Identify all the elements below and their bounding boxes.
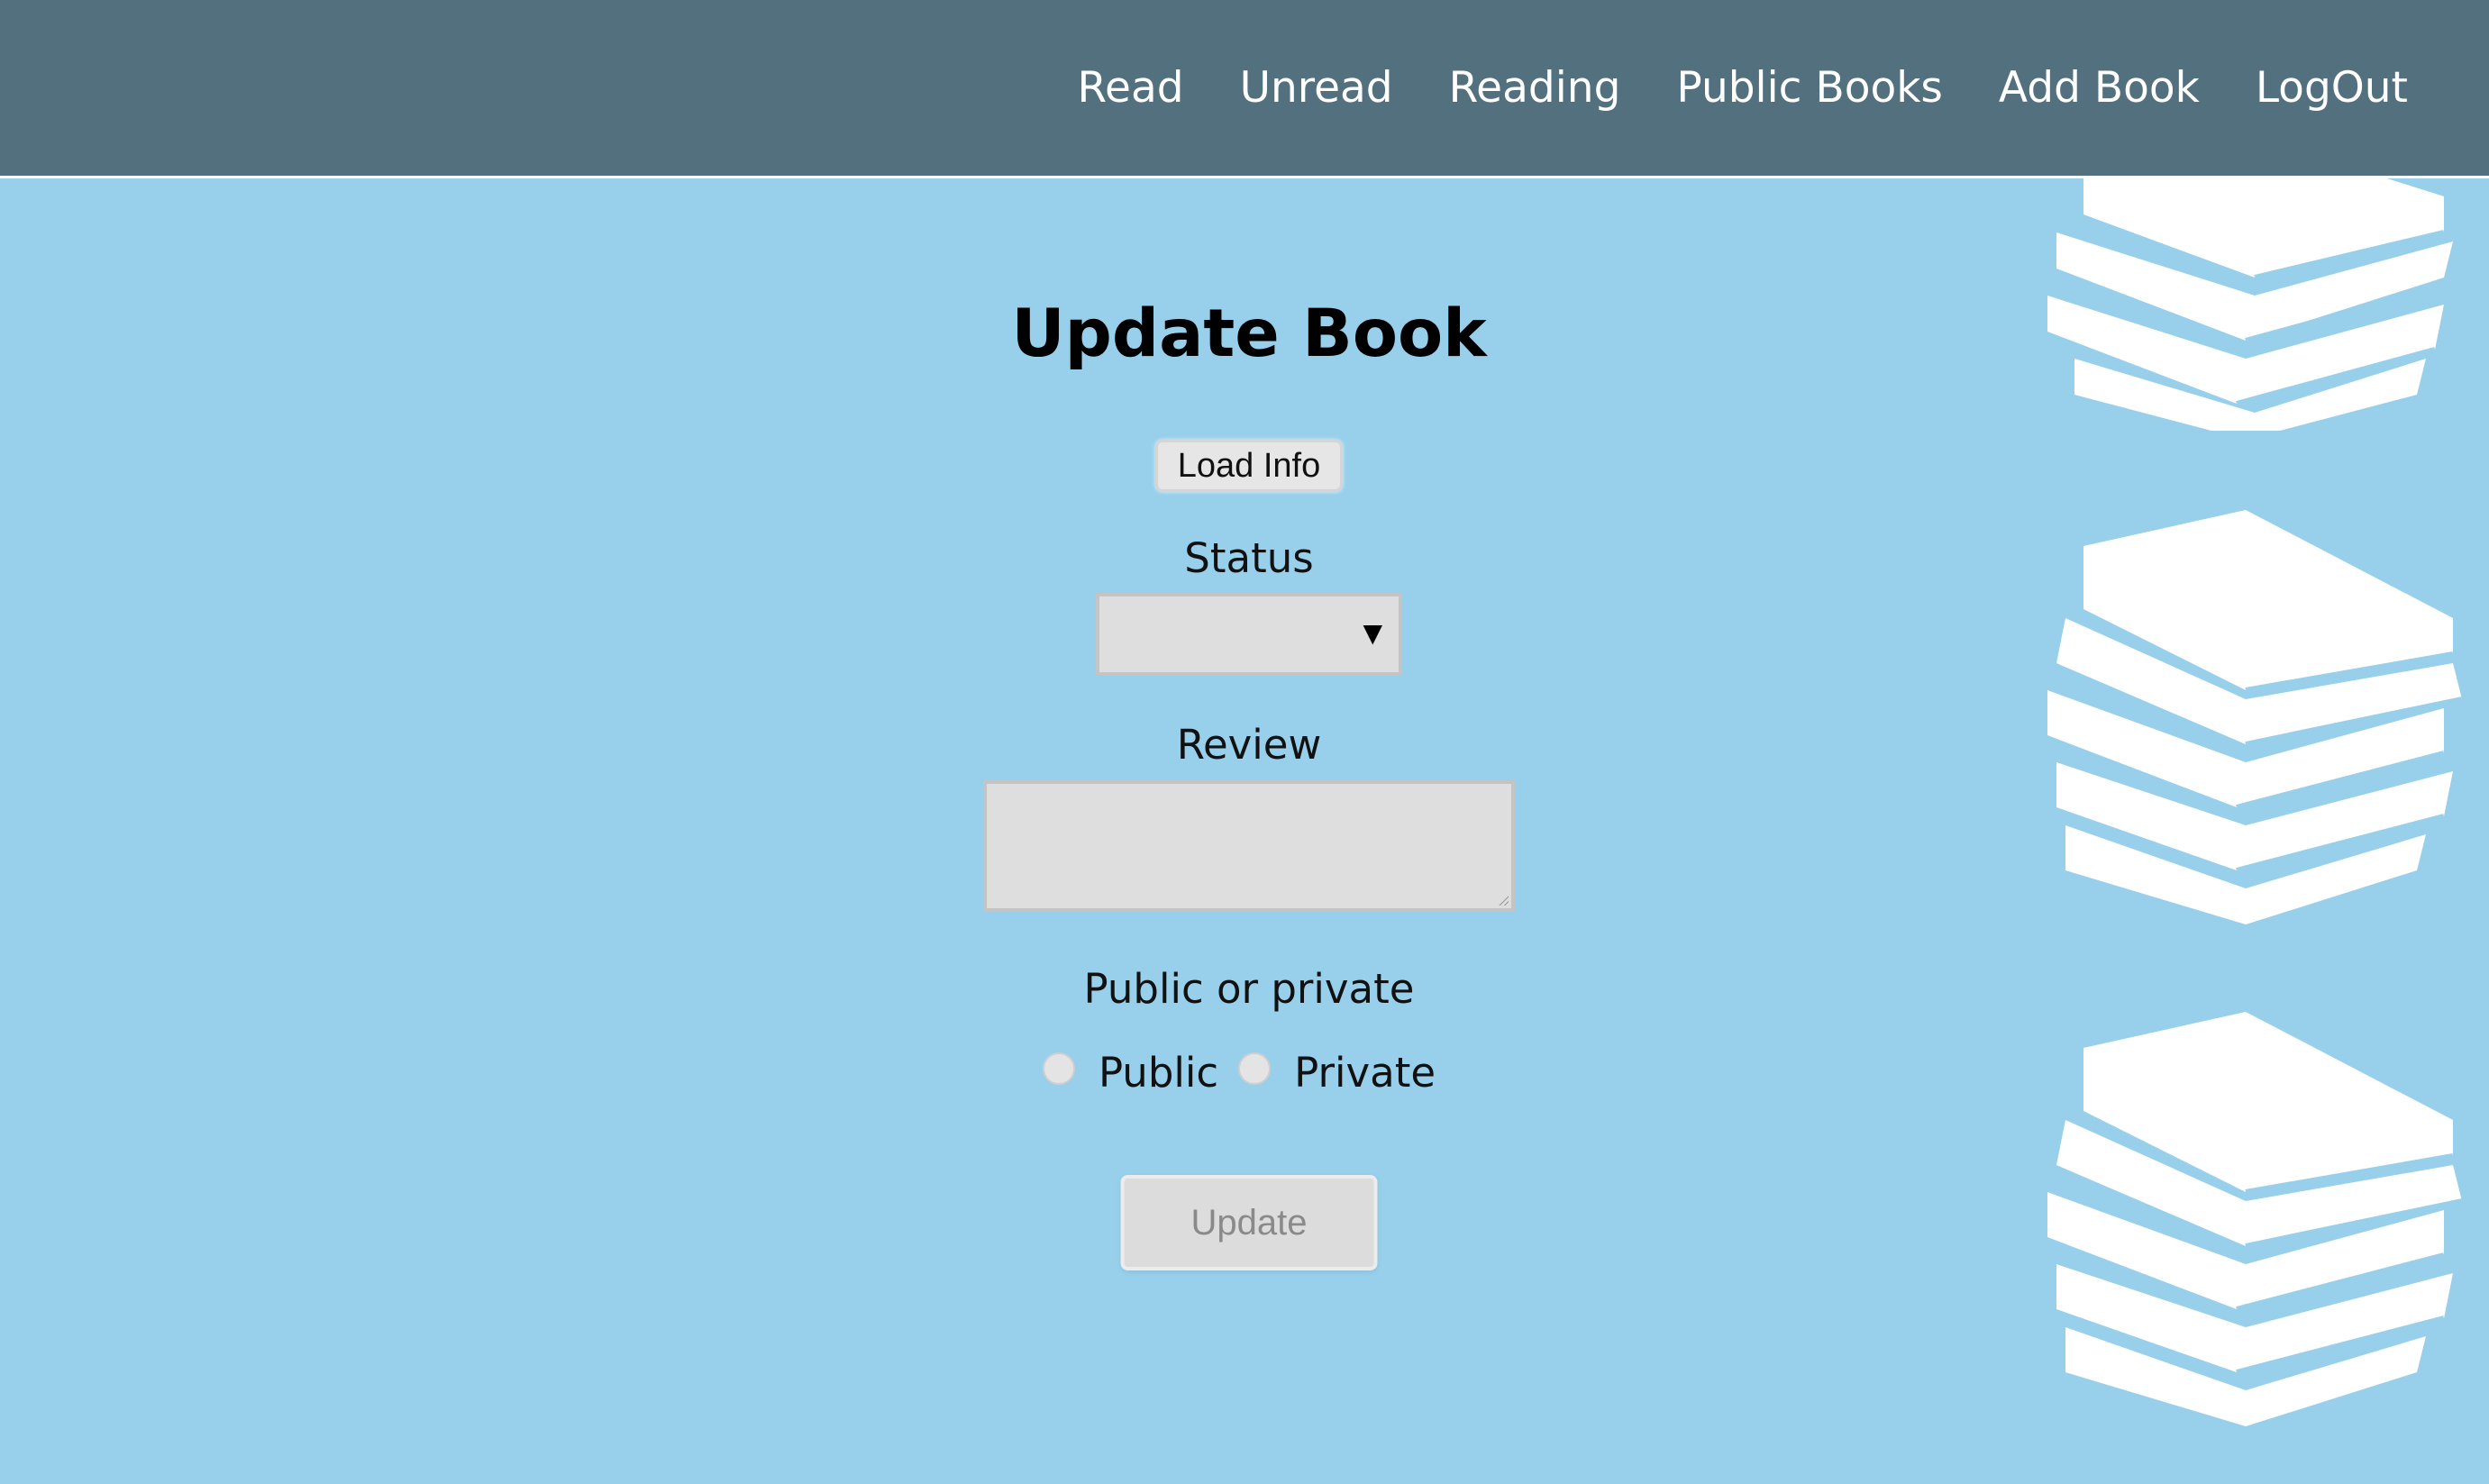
dropdown-arrow-icon: ▼ bbox=[1363, 618, 1382, 648]
update-button[interactable]: Update bbox=[1120, 1175, 1378, 1270]
nav-link-reading[interactable]: Reading bbox=[1449, 63, 1621, 113]
resize-grip-icon[interactable] bbox=[1498, 895, 1509, 906]
nav-link-public-books[interactable]: Public Books bbox=[1676, 63, 1943, 113]
update-book-form-area: Update Book Load Info Status ▼ Review Pu… bbox=[0, 178, 2489, 1484]
public-radio-label: Public bbox=[1098, 1049, 1219, 1097]
nav-link-unread[interactable]: Unread bbox=[1240, 63, 1393, 113]
load-info-button[interactable]: Load Info bbox=[1155, 440, 1343, 492]
private-radio-label: Private bbox=[1294, 1049, 1436, 1097]
review-label: Review bbox=[1176, 721, 1322, 769]
status-label: Status bbox=[1184, 534, 1314, 582]
page-title: Update Book bbox=[1011, 296, 1487, 372]
top-navbar: Read Unread Reading Public Books Add Boo… bbox=[0, 0, 2489, 178]
status-select[interactable]: ▼ bbox=[1096, 593, 1402, 676]
nav-link-logout[interactable]: LogOut bbox=[2256, 63, 2408, 113]
review-textarea[interactable] bbox=[983, 780, 1515, 912]
public-radio[interactable] bbox=[1042, 1052, 1075, 1085]
visibility-label: Public or private bbox=[1083, 965, 1415, 1013]
visibility-radio-group: Public Private bbox=[843, 1049, 1655, 1097]
nav-links: Read Unread Reading Public Books Add Boo… bbox=[1022, 0, 2409, 176]
nav-link-read[interactable]: Read bbox=[1078, 63, 1184, 113]
private-radio[interactable] bbox=[1238, 1052, 1272, 1085]
nav-link-add-book[interactable]: Add Book bbox=[1999, 63, 2200, 113]
